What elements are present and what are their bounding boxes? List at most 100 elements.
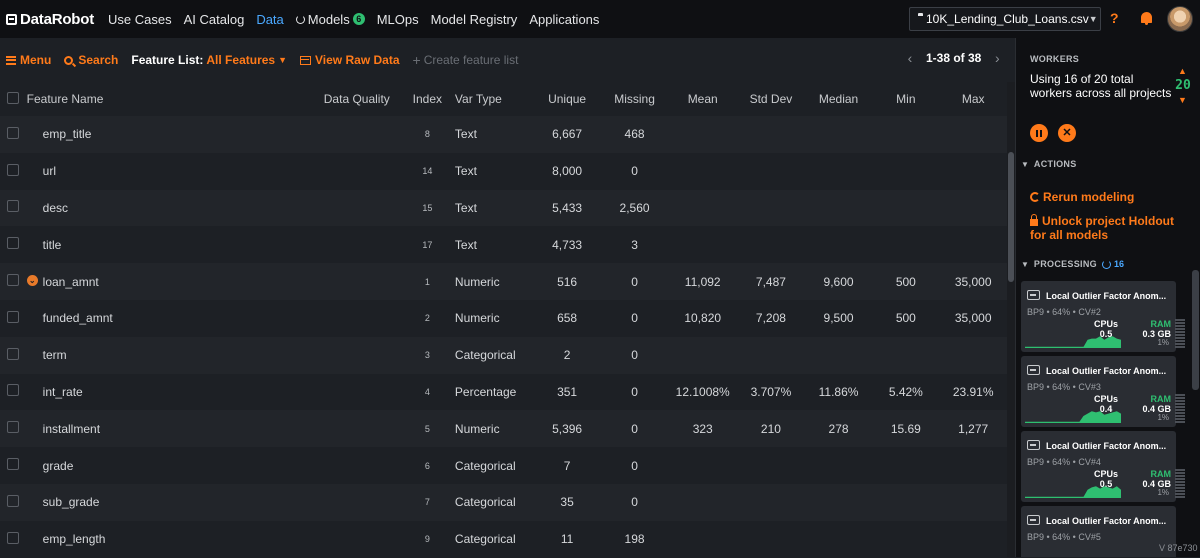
help-icon[interactable]: ?: [1110, 10, 1119, 26]
row-checkbox[interactable]: [7, 274, 20, 287]
table-row[interactable]: grade 6 Categorical 7 0: [0, 447, 1007, 484]
col-mean[interactable]: Mean: [668, 82, 737, 116]
scroll-thumb[interactable]: [1008, 152, 1014, 282]
unlock-holdout-link[interactable]: Unlock project Holdout for all models: [1030, 214, 1190, 242]
row-checkbox[interactable]: [7, 384, 20, 397]
decrease-workers-icon[interactable]: ▼: [1178, 95, 1187, 105]
table-row[interactable]: ⌄ loan_amnt 1 Numeric 516 0 11,092 7,487 9,600 50…: [0, 263, 1007, 300]
nav-use-cases[interactable]: Use Cases: [108, 12, 172, 27]
nav-mlops[interactable]: MLOps: [377, 12, 419, 27]
view-raw-data-button[interactable]: View Raw Data: [300, 53, 400, 67]
processing-job-card[interactable]: Local Outlier Factor Anom... BP9 • 64% • …: [1021, 506, 1176, 557]
table-row[interactable]: title 17 Text 4,733 3: [0, 226, 1007, 264]
nav-applications[interactable]: Applications: [529, 12, 599, 27]
feature-name[interactable]: grade: [27, 447, 317, 484]
ram-label: RAM: [1150, 469, 1172, 479]
nav-models[interactable]: Models 6: [295, 12, 365, 27]
table-row[interactable]: emp_title 8 Text 6,667 468: [0, 116, 1007, 153]
row-checkbox[interactable]: [7, 200, 20, 213]
col-data-quality[interactable]: Data Quality: [316, 82, 407, 116]
increase-workers-icon[interactable]: ▲: [1178, 66, 1187, 76]
feature-index-text: 9: [424, 534, 430, 545]
row-checkbox[interactable]: [7, 494, 20, 507]
table-row[interactable]: desc 15 Text 5,433 2,560: [0, 189, 1007, 227]
median-value-text: 11.86%: [818, 384, 859, 399]
missing-count: 198: [601, 521, 669, 558]
feature-name[interactable]: term: [27, 337, 317, 374]
feature-name[interactable]: emp_title: [27, 116, 317, 153]
row-checkbox[interactable]: [7, 458, 20, 471]
col-var-type[interactable]: Var Type: [447, 82, 533, 116]
nav-model-registry[interactable]: Model Registry: [431, 12, 518, 27]
data-quality: [316, 521, 407, 558]
chevron-left-icon[interactable]: ‹: [900, 50, 920, 66]
expand-row-icon[interactable]: ⌄: [26, 275, 38, 287]
feature-name[interactable]: title: [27, 226, 317, 263]
create-feature-list-button[interactable]: + Create feature list: [413, 52, 519, 68]
feature-name[interactable]: sub_grade: [27, 484, 317, 521]
pause-workers-button[interactable]: [1030, 124, 1048, 142]
table-row[interactable]: emp_length 9 Categorical 11 198: [0, 520, 1007, 558]
max-value: [939, 521, 1007, 558]
min-value-text: 5.42%: [888, 384, 923, 399]
search-button[interactable]: Search: [64, 53, 118, 67]
row-checkbox[interactable]: [7, 126, 20, 139]
table-row[interactable]: url 14 Text 8,000 0: [0, 152, 1007, 190]
feature-name[interactable]: desc: [27, 190, 317, 227]
bell-icon[interactable]: [1141, 12, 1152, 25]
table-row[interactable]: installment 5 Numeric 5,396 0 323 210 278 15.69 1…: [0, 410, 1007, 448]
row-checkbox[interactable]: [7, 163, 20, 176]
feature-name[interactable]: ⌄ loan_amnt: [26, 263, 317, 300]
processing-job-card[interactable]: Local Outlier Factor Anom... BP9 • 64% • …: [1021, 281, 1185, 352]
data-quality: [316, 153, 407, 190]
sidebar-scrollbar[interactable]: [1192, 270, 1199, 390]
nav-data[interactable]: Data: [256, 12, 283, 27]
table-scrollbar[interactable]: [1007, 82, 1015, 557]
nav-ai-catalog[interactable]: AI Catalog: [184, 12, 245, 27]
row-checkbox[interactable]: [7, 421, 20, 434]
datarobot-logo[interactable]: DataRobot: [6, 11, 94, 28]
mean-value-text: 11,092: [684, 274, 721, 289]
col-max[interactable]: Max: [939, 82, 1007, 116]
feature-name[interactable]: int_rate: [27, 374, 317, 411]
feature-name[interactable]: emp_length: [27, 521, 317, 558]
actions-section-toggle[interactable]: ▼ ACTIONS: [1021, 159, 1077, 169]
select-all-checkbox[interactable]: [7, 91, 20, 104]
table-row[interactable]: int_rate 4 Percentage 351 0 12.1008% 3.707% 11.…: [0, 373, 1007, 411]
min-value: 5.42%: [872, 374, 939, 411]
table-row[interactable]: term 3 Categorical 2 0: [0, 336, 1007, 374]
menu-button[interactable]: Menu: [6, 53, 51, 67]
feature-index: 15: [408, 190, 447, 227]
processing-job-card[interactable]: Local Outlier Factor Anom... BP9 • 64% • …: [1021, 356, 1185, 427]
feature-name[interactable]: funded_amnt: [27, 300, 317, 337]
processing-section-toggle[interactable]: ▼ PROCESSING 16: [1021, 259, 1124, 269]
processing-job-card[interactable]: Local Outlier Factor Anom... BP9 • 64% • …: [1021, 431, 1185, 502]
row-checkbox[interactable]: [7, 237, 20, 250]
stop-workers-button[interactable]: ✕: [1058, 124, 1076, 142]
row-checkbox[interactable]: [7, 347, 20, 360]
col-index[interactable]: Index: [408, 82, 447, 116]
unique-count: 11: [533, 521, 600, 558]
table-row[interactable]: funded_amnt 2 Numeric 658 0 10,820 7,208 9,500 5…: [0, 299, 1007, 337]
feature-name[interactable]: installment: [27, 410, 317, 447]
col-feature-name[interactable]: Feature Name: [27, 82, 317, 116]
mean-value-text: 10,820: [684, 311, 722, 326]
row-checkbox[interactable]: [7, 310, 20, 323]
col-unique[interactable]: Unique: [533, 82, 600, 116]
row-checkbox[interactable]: [7, 531, 20, 544]
col-missing[interactable]: Missing: [601, 82, 669, 116]
avatar[interactable]: [1167, 6, 1193, 32]
feature-name[interactable]: url: [27, 153, 317, 190]
missing-count-text: 0: [631, 384, 638, 399]
col-median[interactable]: Median: [805, 82, 873, 116]
ram-meter-segment: [1175, 487, 1185, 489]
project-selector[interactable]: 10K_Lending_Club_Loans.csv ▼: [909, 7, 1101, 31]
median-value: 278: [805, 410, 873, 447]
rerun-modeling-link[interactable]: Rerun modeling: [1030, 190, 1190, 204]
feature-list-dropdown[interactable]: Feature List: All Features ▼: [131, 53, 287, 67]
ram-label: RAM: [1150, 319, 1172, 329]
col-min[interactable]: Min: [872, 82, 939, 116]
chevron-right-icon[interactable]: ›: [987, 50, 1007, 66]
col-std-dev[interactable]: Std Dev: [737, 82, 805, 116]
table-row[interactable]: sub_grade 7 Categorical 35 0: [0, 483, 1007, 521]
